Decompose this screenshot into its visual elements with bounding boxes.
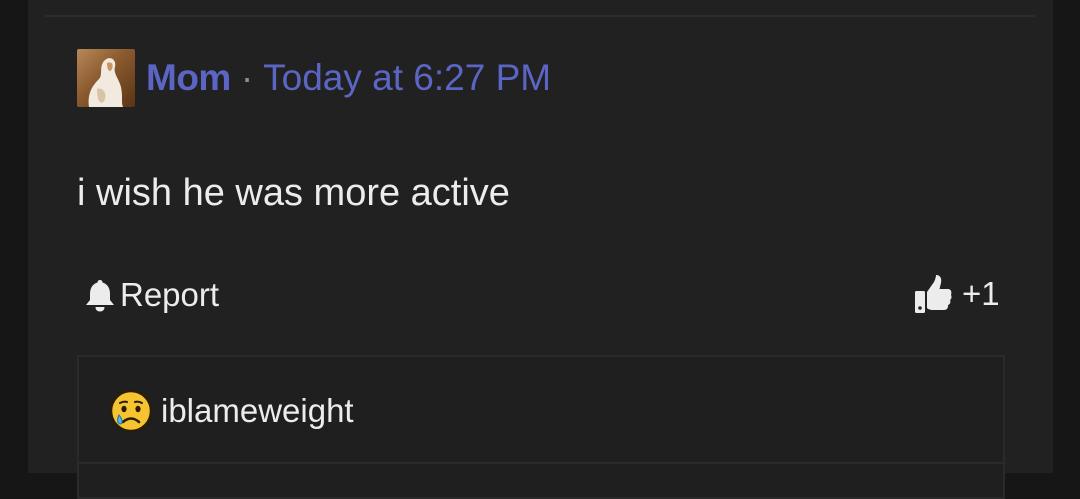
like-button[interactable]: +1 <box>914 272 1000 316</box>
like-count: +1 <box>962 275 1000 312</box>
report-label: Report <box>120 276 220 313</box>
report-button[interactable]: Report <box>84 274 219 316</box>
avatar[interactable] <box>77 49 135 107</box>
reply-username: iblameweight <box>161 392 354 429</box>
reply-user[interactable]: iblameweight <box>109 389 354 433</box>
author-name[interactable]: Mom <box>146 57 231 99</box>
timestamp[interactable]: Today at 6:27 PM <box>263 57 551 99</box>
reply-divider <box>79 462 1003 464</box>
reply-box: iblameweight <box>77 355 1005 499</box>
crying-face-emoji-icon <box>109 389 153 433</box>
separator: · <box>240 57 254 98</box>
divider <box>45 15 1035 17</box>
thumbs-up-icon <box>915 275 952 313</box>
avatar-image-icon <box>88 58 123 107</box>
post-header: Mom · Today at 6:27 PM <box>77 49 551 107</box>
post-body: i wish he was more active <box>77 172 510 214</box>
bell-icon <box>86 280 114 312</box>
